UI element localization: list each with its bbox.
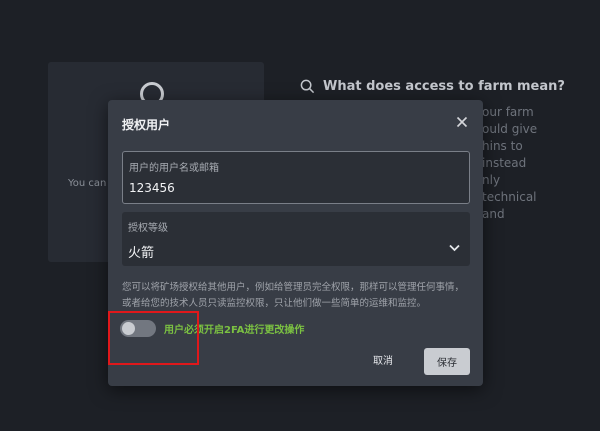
username-input[interactable] bbox=[129, 181, 449, 195]
authorization-description: 您可以将矿场授权给其他用户，例如给管理员完全权限，那样可以管理任何事情，或者给您… bbox=[122, 282, 465, 309]
dialog-title: 授权用户 bbox=[122, 118, 171, 132]
help-title-text: What does access to farm mean? bbox=[323, 79, 565, 94]
close-icon[interactable] bbox=[454, 114, 470, 130]
username-label: 用户的用户名或邮箱 bbox=[129, 163, 219, 174]
cancel-button[interactable]: 取消 bbox=[373, 352, 393, 367]
level-value: 火箭 bbox=[128, 246, 155, 261]
help-line: and bbox=[482, 207, 505, 221]
help-title: What does access to farm mean? bbox=[300, 79, 565, 94]
highlight-annotation bbox=[108, 311, 199, 365]
username-field[interactable]: 用户的用户名或邮箱 bbox=[122, 151, 470, 204]
help-line: instead bbox=[482, 156, 527, 170]
help-line: hins to bbox=[482, 139, 523, 153]
authorization-level-select[interactable]: 授权等级 火箭 bbox=[122, 212, 470, 266]
chevron-down-icon[interactable] bbox=[449, 244, 460, 252]
help-line: our farm bbox=[482, 105, 534, 119]
search-icon bbox=[300, 79, 315, 94]
help-body: our farm ould give hins to instead nly t… bbox=[482, 104, 537, 223]
help-line: technical bbox=[482, 190, 537, 204]
level-label: 授权等级 bbox=[128, 223, 168, 234]
background-card-text: You can bbox=[68, 178, 107, 189]
help-line: ould give bbox=[482, 122, 538, 136]
save-button[interactable]: 保存 bbox=[424, 348, 470, 375]
help-line: nly bbox=[482, 173, 501, 187]
